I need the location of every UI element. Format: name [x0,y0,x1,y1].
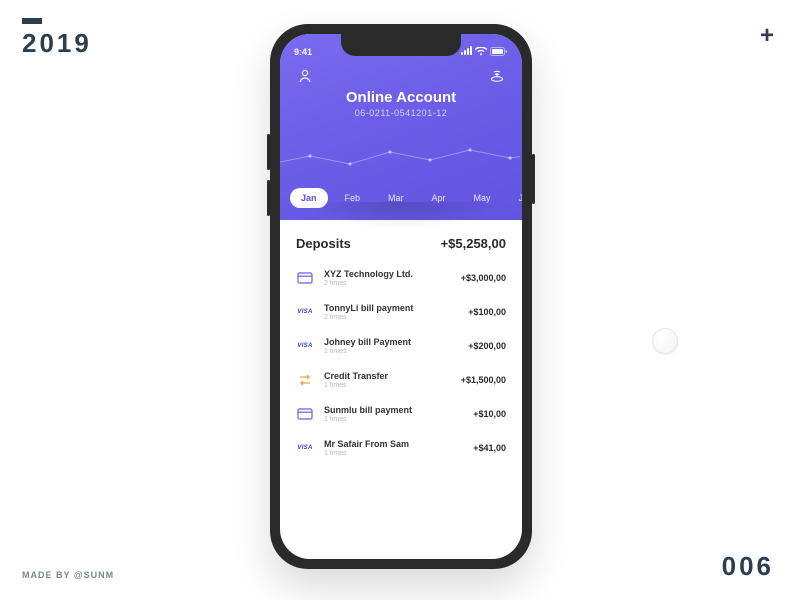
account-title: Online Account [280,89,522,106]
transaction-title: Credit Transfer [324,371,451,381]
year-label: 2019 [22,28,92,59]
transaction-title: TonnyLi bill payment [324,303,458,313]
transaction-subtitle: 1 times [324,450,463,457]
transaction-title: Sunmlu bill payment [324,405,463,415]
transaction-row[interactable]: VISA Mr Safair From Sam1 times +$41,00 [296,431,506,465]
deposits-heading: Deposits [296,236,351,251]
month-tab-feb[interactable]: Feb [334,188,372,208]
transaction-row[interactable]: VISA Johney bill Payment1 times +$200,00 [296,329,506,363]
transaction-row[interactable]: Credit Transfer1 times +$1,500,00 [296,363,506,397]
account-header: 9:41 [280,34,522,220]
phone-screen: 9:41 [280,34,522,559]
transaction-amount: +$10,00 [473,409,506,419]
deposits-total: +$5,258,00 [441,236,506,251]
signal-icon [460,46,472,57]
visa-icon: VISA [296,339,314,353]
transaction-amount: +$200,00 [468,341,506,351]
transaction-row[interactable]: Sunmlu bill payment1 times +$10,00 [296,397,506,431]
transaction-row[interactable]: VISA TonnyLi bill payment2 times +$100,00 [296,295,506,329]
transfer-icon [296,373,314,387]
settings-icon[interactable] [488,67,506,85]
phone-notch [341,34,461,56]
month-tab-mar[interactable]: Mar [377,188,415,208]
transaction-amount: +$41,00 [473,443,506,453]
transaction-list: XYZ Technology Ltd.2 times+$3,000,00VISA… [296,261,506,465]
transaction-subtitle: 2 times [324,314,458,321]
accent-bar [22,18,42,24]
visa-icon: VISA [296,305,314,319]
transaction-title: XYZ Technology Ltd. [324,269,451,279]
month-tab-apr[interactable]: Apr [421,188,457,208]
transaction-amount: +$100,00 [468,307,506,317]
card-icon [296,407,314,421]
card-icon [296,271,314,285]
transaction-subtitle: 2 times [324,280,451,287]
transaction-amount: +$3,000,00 [461,273,506,283]
transaction-amount: +$1,500,00 [461,375,506,385]
deposits-section: Deposits +$5,258,00 XYZ Technology Ltd.2… [280,220,522,473]
visa-icon: VISA [296,441,314,455]
credit-label: MADE BY @SUNM [22,570,114,580]
phone-frame: 9:41 [270,24,532,569]
month-tab-jan[interactable]: Jan [290,188,328,208]
profile-icon[interactable] [296,67,314,85]
wifi-icon [475,47,487,56]
transaction-subtitle: 1 times [324,416,463,423]
plus-icon: + [760,22,774,50]
transaction-subtitle: 1 times [324,382,451,389]
status-time: 9:41 [294,47,312,57]
month-tab-ju[interactable]: Ju [508,188,522,208]
battery-icon [490,47,508,56]
month-tabs: Jan FebMar Apr May Ju [290,188,522,208]
decorative-circle [652,328,678,354]
transaction-title: Mr Safair From Sam [324,439,463,449]
sparkline-chart [280,142,520,172]
page-number: 006 [722,551,774,582]
transaction-subtitle: 1 times [324,348,458,355]
transaction-row[interactable]: XYZ Technology Ltd.2 times +$3,000,00 [296,261,506,295]
account-number: 06-0211-0541201-12 [280,108,522,118]
transaction-title: Johney bill Payment [324,337,458,347]
month-tab-may[interactable]: May [463,188,502,208]
